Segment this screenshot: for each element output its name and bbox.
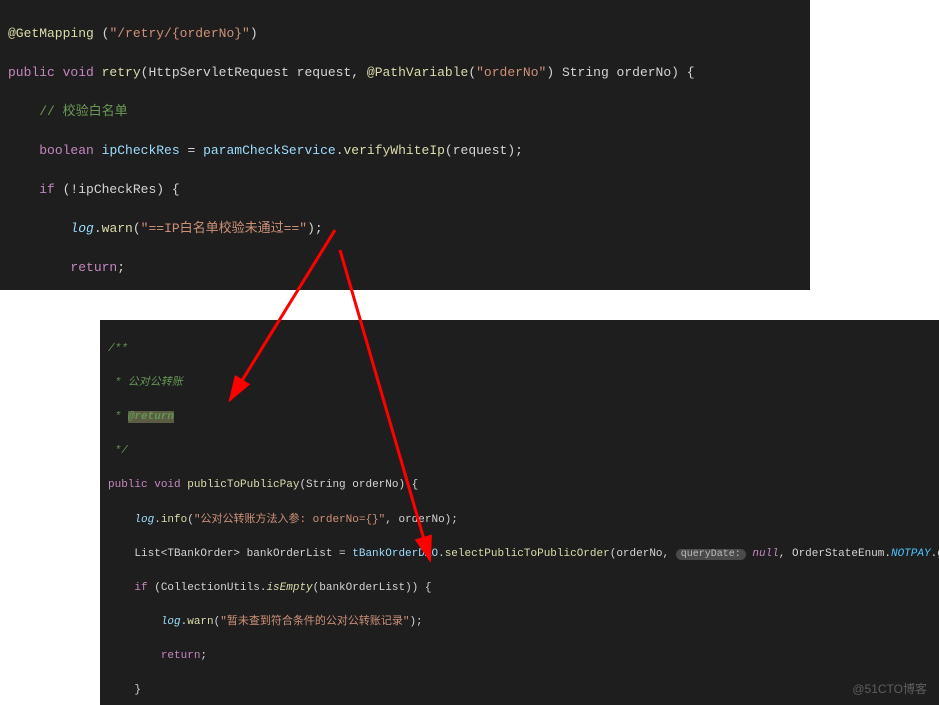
code-line: // 校验白名单	[8, 102, 802, 122]
code-line: public void publicToPublicPay(String ord…	[108, 477, 931, 494]
code-editor-top[interactable]: @GetMapping ("/retry/{orderNo}") public …	[0, 0, 810, 290]
code-line: boolean ipCheckRes = paramCheckService.v…	[8, 141, 802, 161]
code-line: log.warn("==IP白名单校验未通过==");	[8, 219, 802, 239]
watermark-text: @51CTO博客	[852, 680, 927, 697]
code-line: log.warn("暂未查到符合条件的公对公转账记录");	[108, 614, 931, 631]
javadoc-line: */	[108, 443, 931, 460]
code-line: if (CollectionUtils.isEmpty(bankOrderLis…	[108, 580, 931, 597]
code-line: if (!ipCheckRes) {	[8, 180, 802, 200]
code-line: }	[108, 682, 931, 699]
code-editor-bottom[interactable]: /** * 公对公转账 * @return */ public void pub…	[100, 320, 939, 705]
javadoc-line: /**	[108, 341, 931, 358]
inlay-hint: queryDate:	[676, 549, 746, 560]
code-line: return;	[8, 258, 802, 278]
annotation: @GetMapping	[8, 26, 102, 41]
code-line: @GetMapping ("/retry/{orderNo}")	[8, 24, 802, 44]
javadoc-line: * 公对公转账	[108, 375, 931, 392]
javadoc-line: * @return	[108, 409, 931, 426]
code-line: public void retry(HttpServletRequest req…	[8, 63, 802, 83]
code-line: List<TBankOrder> bankOrderList = tBankOr…	[108, 546, 931, 563]
code-line: return;	[108, 648, 931, 665]
code-line: log.info("公对公转账方法入参: orderNo={}", orderN…	[108, 512, 931, 529]
